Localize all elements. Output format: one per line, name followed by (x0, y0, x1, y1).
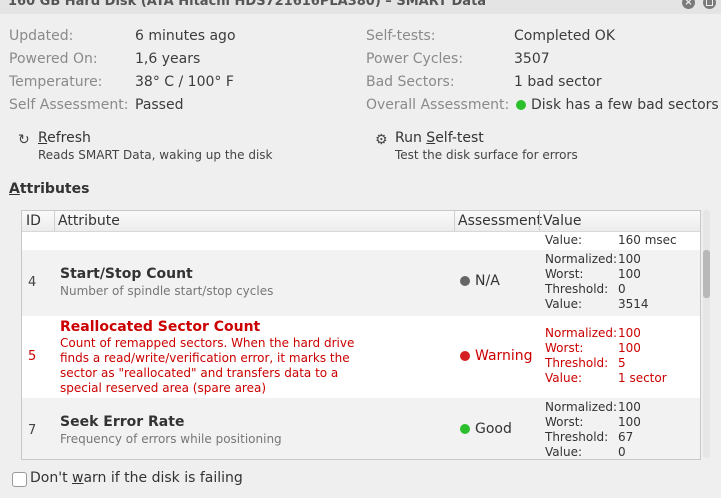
updated-value: 6 minutes ago (135, 28, 236, 44)
attribute-description: Frequency of errors while positioning (60, 432, 282, 446)
table-header: ID Attribute Assessment Value (22, 211, 700, 232)
column-header-attribute[interactable]: Attribute (54, 211, 120, 231)
bad-sectors-value: 1 bad sector (514, 74, 602, 90)
self-assessment-value: Passed (135, 97, 184, 113)
run-self-test-description: Test the disk surface for errors (395, 148, 578, 162)
status-dot-icon (516, 100, 526, 110)
refresh-icon: ↻ (18, 132, 30, 148)
value-cell: Normalized:100 Worst: 100 Threshold: 67 Va… (545, 400, 641, 459)
close-icon[interactable]: × (682, 0, 695, 9)
assessment-cell: Good (460, 421, 512, 437)
self-assessment-label: Self Assessment: (9, 97, 129, 113)
row-id: 7 (28, 423, 37, 438)
value-cell: Normalized:100 Worst: 100 Threshold: 0 Val… (545, 252, 649, 311)
attribute-name: Start/Stop Count (60, 266, 193, 282)
temperature-label: Temperature: (9, 74, 103, 90)
status-dot-icon (460, 276, 470, 286)
value-cell: Normalized:100 Worst: 100 Threshold: 5 Val… (545, 326, 667, 385)
row-id: 4 (28, 275, 37, 290)
powered-on-label: Powered On: (9, 51, 98, 67)
run-self-test-label: Run Self-test (395, 130, 484, 146)
self-tests-value: Completed OK (514, 28, 616, 44)
attribute-name: Seek Error Rate (60, 414, 185, 430)
attribute-description: Number of spindle start/stop cycles (60, 284, 274, 298)
updated-label: Updated: (9, 28, 74, 44)
column-header-assessment[interactable]: Assessment (454, 211, 542, 231)
attribute-name: Reallocated Sector Count (60, 319, 261, 335)
title-bar: 160 GB Hard Disk (ATA Hitachi HDS721616P… (0, 0, 721, 14)
power-cycles-label: Power Cycles: (366, 51, 464, 67)
gear-icon: ⚙ (375, 132, 388, 148)
refresh-button[interactable]: ↻ Refresh Reads SMART Data, waking up th… (18, 130, 278, 166)
attribute-description: Count of remapped sectors. When the hard… (60, 336, 355, 395)
dont-warn-label[interactable]: Don't warn if the disk is failing (30, 470, 243, 486)
bad-sectors-label: Bad Sectors: (366, 74, 455, 90)
assessment-cell: Warning (460, 348, 533, 364)
overall-assessment-label: Overall Assessment: (366, 97, 510, 113)
column-header-id[interactable]: ID (26, 213, 41, 229)
run-self-test-button[interactable]: ⚙ Run Self-test Test the disk surface fo… (375, 130, 595, 166)
attributes-table[interactable]: ID Attribute Assessment Value Value: 160 … (21, 210, 701, 460)
restore-icon[interactable] (703, 0, 716, 9)
column-header-value[interactable]: Value (539, 211, 581, 231)
table-row[interactable]: Value: 160 msec (22, 232, 700, 250)
table-row[interactable]: 4 Start/Stop Count Number of spindle sta… (22, 250, 700, 316)
window-title: 160 GB Hard Disk (ATA Hitachi HDS721616P… (8, 0, 487, 9)
table-scrollbar[interactable] (703, 210, 710, 458)
refresh-description: Reads SMART Data, waking up the disk (38, 148, 273, 162)
overall-assessment-value: Disk has a few bad sectors (516, 96, 719, 114)
power-cycles-value: 3507 (514, 51, 550, 67)
row-id: 5 (28, 349, 37, 364)
value-cell: Value: 160 msec (545, 233, 677, 247)
powered-on-value: 1,6 years (135, 51, 201, 67)
assessment-cell: N/A (460, 273, 500, 289)
self-tests-label: Self-tests: (366, 28, 436, 44)
scrollbar-thumb[interactable] (703, 250, 710, 298)
refresh-label: Refresh (38, 130, 91, 146)
overall-assessment-text: Disk has a few bad sectors (531, 97, 719, 113)
temperature-value: 38° C / 100° F (135, 74, 234, 90)
table-row[interactable]: 5 Reallocated Sector Count Count of rema… (22, 316, 700, 398)
dont-warn-checkbox[interactable] (12, 472, 27, 487)
status-dot-icon (460, 424, 470, 434)
table-row[interactable]: 7 Seek Error Rate Frequency of errors wh… (22, 398, 700, 459)
attributes-heading: Attributes (9, 181, 90, 197)
status-dot-icon (460, 351, 470, 361)
